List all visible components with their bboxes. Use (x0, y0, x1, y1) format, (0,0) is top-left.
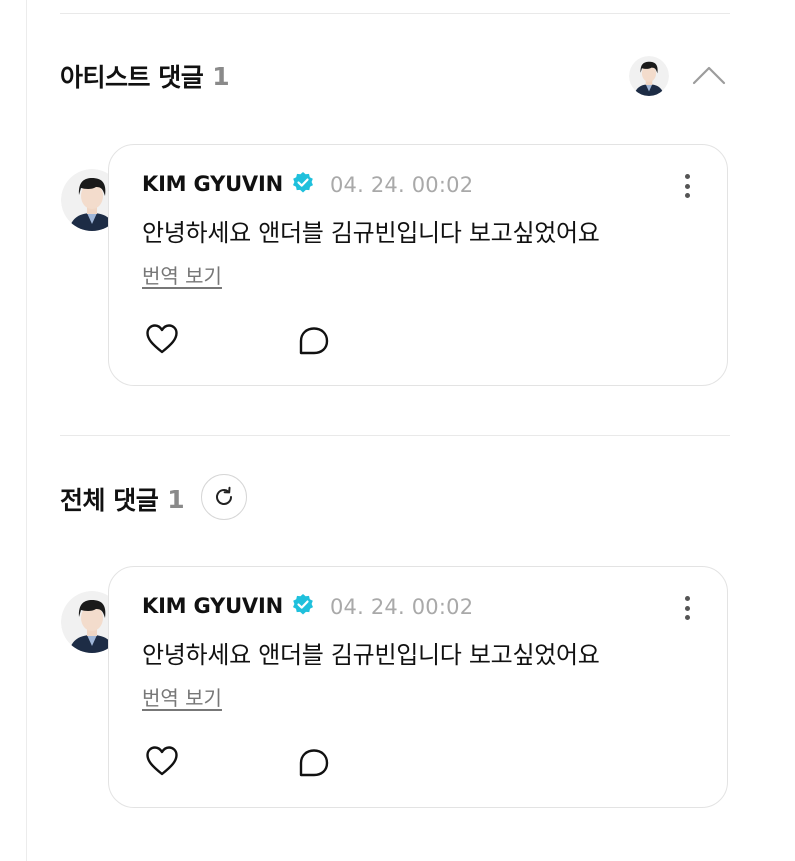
verified-badge-icon (293, 172, 313, 193)
heart-icon[interactable] (145, 323, 179, 355)
comment-text: 안녕하세요 앤더블 김규빈입니다 보고싶었어요 (142, 219, 600, 247)
comment-date: 04. 24. 00:02 (330, 595, 474, 619)
translate-link[interactable]: 번역 보기 (142, 260, 222, 289)
artist-comments-count: 1 (212, 61, 230, 91)
comment-date: 04. 24. 00:02 (330, 173, 474, 197)
all-comments-title: 전체 댓글 (60, 486, 159, 515)
comment-author[interactable]: KIM GYUVIN (142, 594, 283, 618)
top-divider (60, 13, 730, 14)
comment-card: KIM GYUVIN 04. 24. 00:02 안녕하세요 앤더블 김규빈입니… (108, 566, 728, 808)
chevron-up-icon (692, 66, 726, 85)
more-vertical-icon (684, 174, 690, 179)
more-vertical-icon (684, 596, 690, 601)
comment-text: 안녕하세요 앤더블 김규빈입니다 보고싶었어요 (142, 641, 600, 669)
more-options-button[interactable] (677, 593, 697, 623)
comment-bubble-icon[interactable] (297, 325, 331, 357)
collapse-button[interactable] (690, 58, 728, 92)
comment-bubble-icon[interactable] (297, 747, 331, 779)
heart-icon[interactable] (145, 745, 179, 777)
comment-card: KIM GYUVIN 04. 24. 00:02 안녕하세요 앤더블 김규빈입니… (108, 144, 728, 386)
artist-avatar-small[interactable] (629, 56, 669, 96)
artist-comments-header: 아티스트 댓글 1 (60, 58, 230, 94)
translate-link[interactable]: 번역 보기 (142, 682, 222, 711)
refresh-button[interactable] (201, 474, 247, 520)
refresh-icon (216, 486, 232, 505)
comment-author[interactable]: KIM GYUVIN (142, 172, 283, 196)
all-comments-count: 1 (167, 484, 185, 514)
left-border (26, 0, 27, 861)
all-comments-header: 전체 댓글 1 (60, 481, 185, 517)
more-options-button[interactable] (677, 171, 697, 201)
artist-comments-title: 아티스트 댓글 (60, 63, 204, 92)
section-divider (60, 435, 730, 436)
verified-badge-icon (293, 594, 313, 615)
